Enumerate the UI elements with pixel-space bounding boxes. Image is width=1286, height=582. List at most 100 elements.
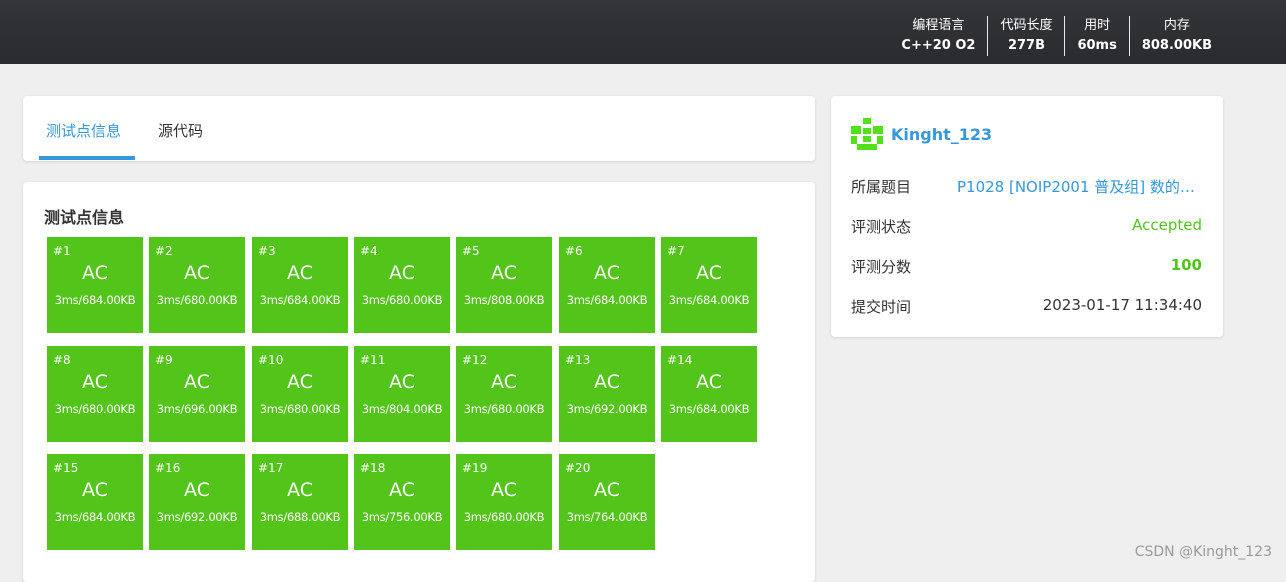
test-case-usage: 3ms/684.00KB (668, 293, 750, 307)
username-link[interactable]: Kinght_123 (891, 125, 992, 144)
test-case-result: AC (389, 371, 415, 393)
submission-stats: 编程语言 C++20 O2 代码长度 277B 用时 60ms 内存 808.0… (889, 16, 1224, 56)
test-case-tile[interactable]: #9 AC 3ms/696.00KB (149, 346, 245, 442)
test-case-usage: 3ms/684.00KB (54, 510, 136, 524)
test-case-id: #6 (565, 244, 583, 258)
test-case-tile[interactable]: #12 AC 3ms/680.00KB (456, 346, 552, 442)
stat-memory: 内存 808.00KB (1128, 16, 1224, 56)
test-case-usage: 3ms/684.00KB (668, 402, 750, 416)
test-case-usage: 3ms/684.00KB (259, 293, 341, 307)
stat-time-value: 60ms (1077, 38, 1117, 53)
stat-time-label: 用时 (1084, 18, 1111, 33)
status-label: 评测状态 (851, 218, 912, 236)
test-case-id: #1 (53, 244, 71, 258)
test-case-result: AC (389, 262, 415, 284)
test-case-tile[interactable]: #11 AC 3ms/804.00KB (354, 346, 450, 442)
test-case-usage: 3ms/684.00KB (566, 293, 648, 307)
test-case-id: #17 (258, 461, 284, 475)
tab-test-info[interactable]: 测试点信息 (46, 120, 121, 141)
stat-code-length-label: 代码长度 (1000, 18, 1053, 33)
stat-language: 编程语言 C++20 O2 (889, 16, 987, 56)
submit-time-value: 2023-01-17 11:34:40 (1042, 296, 1202, 314)
stat-language-value: C++20 O2 (901, 38, 976, 53)
test-case-result: AC (184, 371, 210, 393)
user-avatar-icon[interactable] (851, 118, 883, 150)
test-case-result: AC (491, 479, 517, 501)
tabs-card: 测试点信息 源代码 (23, 96, 815, 161)
test-case-tile[interactable]: #16 AC 3ms/692.00KB (149, 454, 245, 550)
test-case-usage: 3ms/688.00KB (259, 510, 341, 524)
test-case-usage: 3ms/808.00KB (463, 293, 545, 307)
status-value: Accepted (1132, 216, 1202, 234)
test-case-tile[interactable]: #5 AC 3ms/808.00KB (456, 237, 552, 333)
test-case-tile[interactable]: #19 AC 3ms/680.00KB (456, 454, 552, 550)
test-case-result: AC (594, 371, 620, 393)
test-case-usage: 3ms/756.00KB (361, 510, 443, 524)
test-case-id: #18 (360, 461, 386, 475)
test-case-result: AC (491, 371, 517, 393)
problem-label: 所属题目 (851, 178, 912, 196)
test-cases-card: 测试点信息 #1 AC 3ms/684.00KB #2 AC 3ms/680.00KB #3… (23, 182, 815, 582)
test-case-tile[interactable]: #8 AC 3ms/680.00KB (47, 346, 143, 442)
test-case-result: AC (696, 371, 722, 393)
test-case-result: AC (184, 262, 210, 284)
test-case-usage: 3ms/692.00KB (566, 402, 648, 416)
watermark: CSDN @Kinght_123 (1134, 544, 1272, 560)
problem-link[interactable]: P1028 [NOIP2001 普及组] 数的计算 (957, 176, 1202, 197)
test-case-tile[interactable]: #20 AC 3ms/764.00KB (559, 454, 655, 550)
test-case-usage: 3ms/680.00KB (463, 402, 545, 416)
test-case-id: #5 (462, 244, 480, 258)
top-header-bar: 编程语言 C++20 O2 代码长度 277B 用时 60ms 内存 808.0… (0, 0, 1286, 64)
submit-time-label: 提交时间 (851, 298, 912, 316)
test-case-usage: 3ms/764.00KB (566, 510, 648, 524)
test-case-id: #16 (155, 461, 181, 475)
stat-time: 用时 60ms (1064, 16, 1128, 56)
test-case-result: AC (184, 479, 210, 501)
test-case-result: AC (594, 262, 620, 284)
test-case-tile[interactable]: #6 AC 3ms/684.00KB (559, 237, 655, 333)
test-case-id: #4 (360, 244, 378, 258)
stat-memory-value: 808.00KB (1141, 38, 1212, 53)
test-case-id: #3 (258, 244, 276, 258)
test-case-result: AC (82, 262, 108, 284)
test-case-id: #2 (155, 244, 173, 258)
stat-code-length: 代码长度 277B (987, 16, 1064, 56)
test-case-id: #12 (462, 353, 488, 367)
test-case-tile[interactable]: #18 AC 3ms/756.00KB (354, 454, 450, 550)
test-case-tile[interactable]: #3 AC 3ms/684.00KB (252, 237, 348, 333)
test-case-result: AC (287, 479, 313, 501)
test-case-id: #9 (155, 353, 173, 367)
test-case-tile[interactable]: #14 AC 3ms/684.00KB (661, 346, 757, 442)
test-case-tile[interactable]: #17 AC 3ms/688.00KB (252, 454, 348, 550)
test-case-result: AC (82, 479, 108, 501)
test-case-id: #8 (53, 353, 71, 367)
active-tab-indicator (39, 156, 135, 160)
tab-source-code[interactable]: 源代码 (158, 120, 203, 141)
test-case-id: #19 (462, 461, 488, 475)
test-case-tile[interactable]: #4 AC 3ms/680.00KB (354, 237, 450, 333)
test-case-result: AC (491, 262, 517, 284)
test-case-usage: 3ms/680.00KB (54, 402, 136, 416)
test-case-id: #13 (565, 353, 591, 367)
test-case-usage: 3ms/696.00KB (156, 402, 238, 416)
test-case-tile[interactable]: #7 AC 3ms/684.00KB (661, 237, 757, 333)
test-case-tile[interactable]: #10 AC 3ms/680.00KB (252, 346, 348, 442)
stat-code-length-value: 277B (1007, 38, 1045, 53)
test-case-tile[interactable]: #13 AC 3ms/692.00KB (559, 346, 655, 442)
test-case-id: #15 (53, 461, 79, 475)
test-case-usage: 3ms/692.00KB (156, 510, 238, 524)
test-case-usage: 3ms/680.00KB (361, 293, 443, 307)
test-case-id: #14 (667, 353, 693, 367)
score-value: 100 (1170, 256, 1202, 274)
test-case-tile[interactable]: #1 AC 3ms/684.00KB (47, 237, 143, 333)
submission-info-card: Kinght_123 所属题目 P1028 [NOIP2001 普及组] 数的计… (831, 96, 1223, 337)
test-case-tile[interactable]: #15 AC 3ms/684.00KB (47, 454, 143, 550)
test-case-tile[interactable]: #2 AC 3ms/680.00KB (149, 237, 245, 333)
test-case-usage: 3ms/680.00KB (259, 402, 341, 416)
test-case-result: AC (389, 479, 415, 501)
test-case-id: #11 (360, 353, 386, 367)
test-case-usage: 3ms/680.00KB (156, 293, 238, 307)
test-case-id: #7 (667, 244, 685, 258)
test-case-result: AC (696, 262, 722, 284)
test-case-result: AC (82, 371, 108, 393)
